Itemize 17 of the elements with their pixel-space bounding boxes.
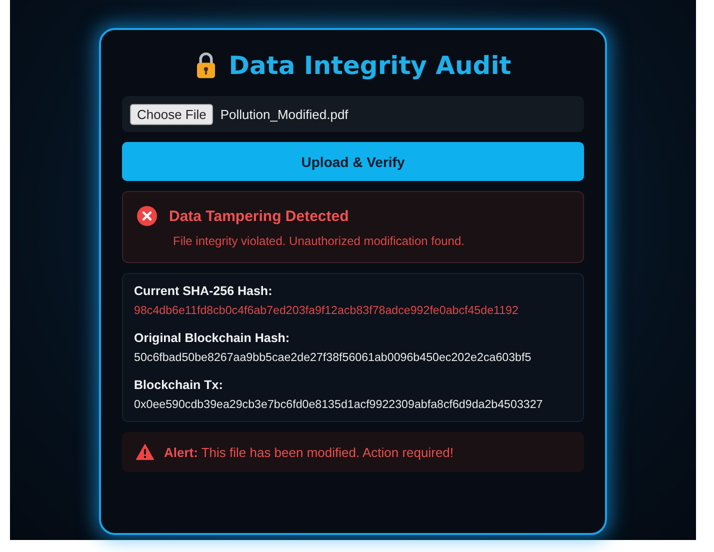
alert-message: Alert: This file has been modified. Action required!	[164, 444, 454, 460]
detail-label: Blockchain Tx:	[134, 378, 224, 392]
error-title: Data Tampering Detected	[169, 208, 349, 224]
app-title: Data Integrity Audit	[228, 50, 512, 80]
hash-value: 98c4db6e11fd8cb0c4f6ab7ed203fa9f12acb83f78adce992fe0abcf45de1192	[134, 304, 520, 317]
file-input[interactable]: Choose File Pollution_Modified.pdf	[122, 96, 584, 132]
padlock-icon	[194, 52, 217, 78]
choose-file-button[interactable]: Choose File	[130, 104, 214, 124]
error-icon	[137, 206, 157, 226]
hash-value: 50c6fbad50be8267aa9bb5cae2de27f38f56061ab0096b450ec202e2ca603bf5	[134, 351, 532, 364]
file-name: Pollution_Modified.pdf	[220, 106, 348, 122]
hash-value: 0x0ee590cdb39ea29cb3e7bc6fd0e8135d1acf9922309abfa8cf6d9da2b4503327	[134, 398, 544, 411]
detail-label: Original Blockchain Hash:	[134, 331, 291, 345]
error-message: File integrity violated. Unauthorized modification found.	[172, 234, 466, 248]
detail-label: Current SHA-256 Hash:	[134, 284, 274, 298]
warning-icon	[136, 444, 154, 460]
upload-verify-button[interactable]: Upload & Verify	[122, 142, 584, 181]
